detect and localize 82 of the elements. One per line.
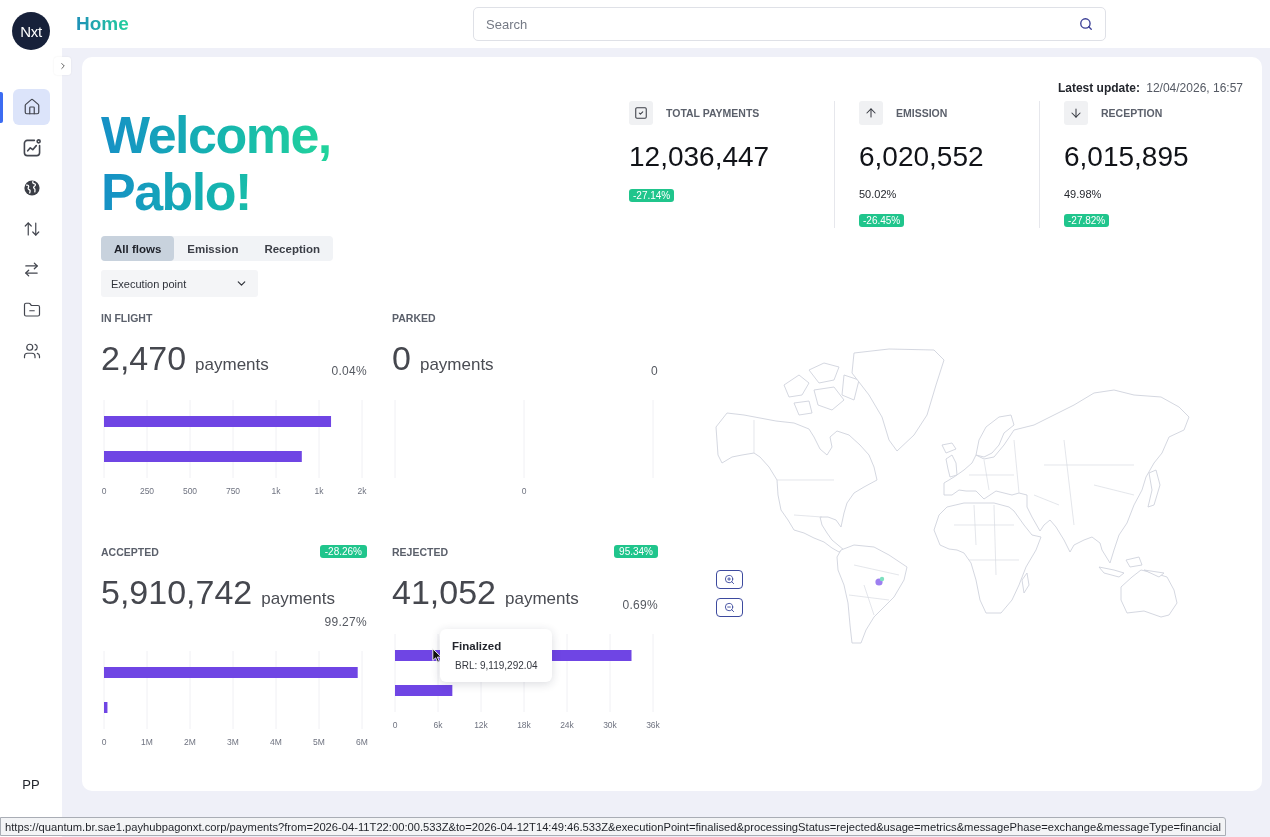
change-badge: 95.34%: [614, 545, 658, 558]
flow-tab[interactable]: Emission: [174, 236, 252, 261]
chart-icon: [22, 138, 41, 157]
zoom-in-icon: [724, 574, 735, 585]
axis-tick-label: 24k: [560, 720, 574, 730]
stat-value: 6,020,552: [859, 142, 984, 172]
user-initials[interactable]: PP: [22, 777, 40, 792]
latest-update-text: Latest update: 12/04/2026, 16:57: [1057, 82, 1243, 95]
share-value: 50.02%: [859, 187, 897, 201]
axis-tick-label: 0: [101, 486, 107, 496]
users-icon: [22, 342, 41, 361]
share-value: 0.69%: [622, 597, 658, 612]
flow-tab[interactable]: All flows: [101, 236, 175, 261]
change-badge: -27.14%: [629, 189, 675, 202]
axis-tick-label: 1k: [271, 486, 281, 496]
check-square-icon: [629, 101, 653, 125]
folder-icon: [22, 301, 41, 320]
payment-count: 0: [392, 338, 411, 378]
unit-label: payments: [419, 355, 494, 375]
axis-tick-label: 3M: [227, 737, 239, 747]
axis-tick-label: 0: [101, 737, 107, 747]
zoom-in-button[interactable]: [716, 570, 743, 589]
tooltip-title: Finalized: [452, 640, 502, 652]
axis-tick-label: 750: [225, 486, 241, 496]
chart-bar: [104, 702, 108, 713]
axis-tick-label: 0: [392, 720, 398, 730]
unit-label: payments: [195, 355, 269, 375]
axis-tick-label: 36k: [646, 720, 660, 730]
change-badge: -27.82%: [1064, 214, 1110, 227]
payment-count: 41,052: [392, 572, 496, 612]
tooltip-value: BRL: 9,119,292.04: [455, 660, 538, 671]
home-icon: [22, 98, 41, 116]
stat-value: 12,036,447: [629, 142, 770, 172]
metric-title: PARKED: [392, 311, 436, 324]
share-value: 0.04%: [331, 363, 367, 378]
change-badge: -26.45%: [859, 214, 905, 227]
logo: Nxt: [12, 12, 50, 50]
search-field[interactable]: Search: [473, 7, 1106, 41]
share-value: 49.98%: [1064, 187, 1102, 201]
share-value: 99.27%: [324, 614, 367, 629]
search-icon: [1079, 17, 1093, 31]
up-down-arrows-icon: [22, 220, 41, 239]
axis-tick-label: 18k: [517, 720, 531, 730]
axis-tick-label: 0: [521, 486, 527, 496]
unit-label: payments: [261, 589, 335, 609]
axis-tick-label: 500: [182, 486, 198, 496]
stat-label: RECEPTION: [1101, 107, 1163, 119]
axis-tick-label: 6M: [356, 737, 368, 747]
axis-tick-label: 1k: [314, 486, 324, 496]
stat-label: TOTAL PAYMENTS: [666, 107, 760, 119]
payment-count: 2,470: [101, 338, 187, 378]
zoom-out-icon: [724, 602, 735, 613]
stat-label: EMISSION: [896, 107, 948, 119]
payment-count: 5,910,742: [101, 572, 253, 612]
zoom-out-button[interactable]: [716, 598, 743, 617]
axis-tick-label: 1M: [141, 737, 153, 747]
execution-point-dropdown[interactable]: Execution point: [101, 270, 258, 297]
axis-tick-label: 2k: [357, 486, 367, 496]
axis-tick-label: 6k: [433, 720, 443, 730]
axis-tick-label: 4M: [270, 737, 282, 747]
share-value: 0: [651, 363, 658, 378]
link-preview-url: https://quantum.br.sae1.payhubpagonxt.corp/payments?from=2026-04-11T22:00:00.533Z&to=2026-04-12T14:49:46.533Z&executionPoint=finalised&processingStatus=rejected&usage=metrics&messagePhase=exchange&messageType=financial: [0, 817, 1226, 836]
left-right-arrows-icon: [23, 261, 40, 279]
change-badge: -28.26%: [319, 545, 367, 558]
heat-spot-icon: [875, 576, 885, 586]
arrow-up-icon: [859, 101, 883, 125]
metric-title: IN FLIGHT: [101, 311, 153, 324]
stat-value: 6,015,895: [1064, 142, 1189, 172]
globe-icon: [23, 180, 40, 197]
axis-tick-label: 30k: [603, 720, 617, 730]
sidebar-item[interactable]: [13, 89, 50, 125]
axis-tick-label: 2M: [184, 737, 196, 747]
unit-label: payments: [505, 589, 579, 609]
active-indicator: [0, 91, 3, 123]
metric-title: REJECTED: [392, 545, 448, 558]
axis-tick-label: 12k: [474, 720, 488, 730]
axis-tick-label: 5M: [313, 737, 325, 747]
flow-tab[interactable]: Reception: [251, 236, 333, 261]
axis-tick-label: 250: [139, 486, 155, 496]
arrow-down-icon: [1064, 101, 1088, 125]
metric-title: ACCEPTED: [101, 545, 159, 558]
chart-bar: [395, 685, 453, 696]
